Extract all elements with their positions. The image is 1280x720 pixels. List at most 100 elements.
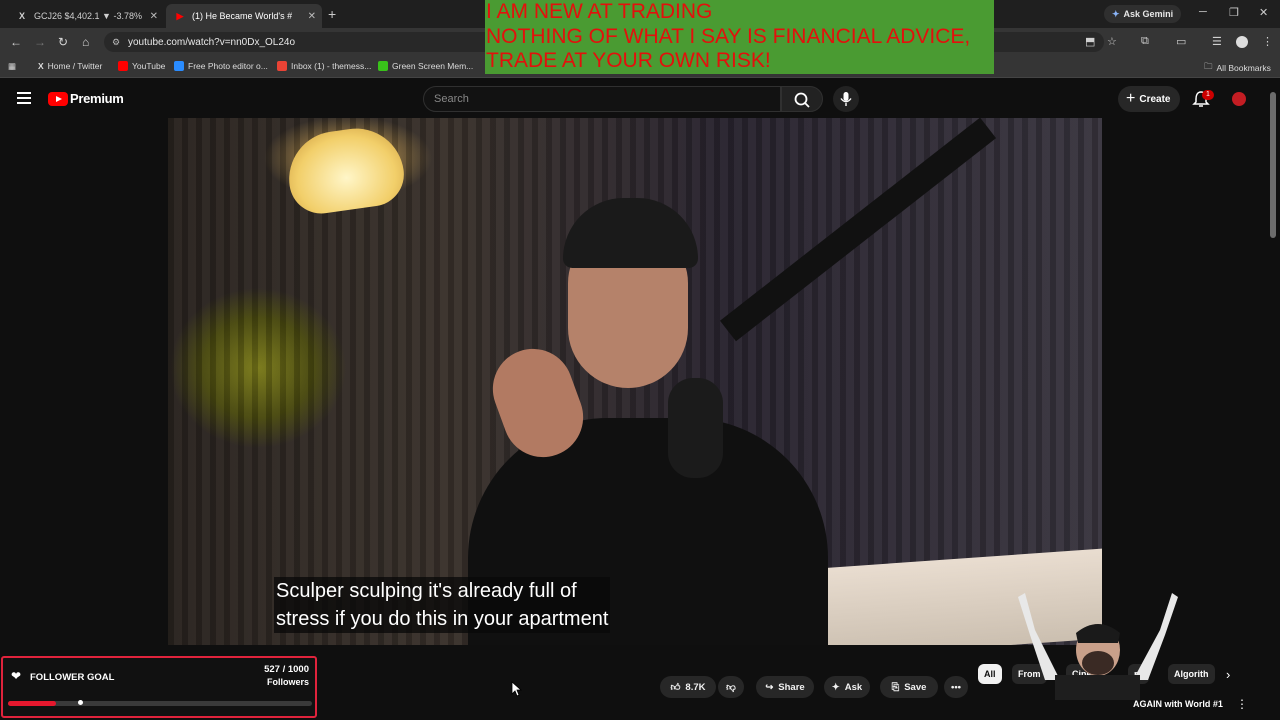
share-button[interactable]: ↪ Share — [756, 676, 814, 698]
hamburger-menu-icon[interactable] — [17, 92, 31, 104]
create-button[interactable]: + Create — [1118, 86, 1180, 112]
bookmark-youtube[interactable]: YouTube — [118, 61, 165, 71]
bookmark-label: Free Photo editor o... — [188, 61, 268, 71]
youtube-icon — [118, 61, 128, 71]
video-player[interactable] — [168, 118, 1102, 645]
share-arrow-icon: ↪ — [765, 681, 774, 693]
notification-count-badge: 1 — [1202, 90, 1214, 100]
close-icon[interactable]: ✕ — [150, 11, 158, 22]
thumbs-up-icon: 👍︎ — [670, 682, 681, 693]
youtube-header: Premium Search + Create — [0, 78, 1280, 120]
like-button[interactable]: 👍︎ 8.7K — [660, 676, 716, 698]
bookmark-label: Home / Twitter — [47, 61, 103, 71]
bookmark-green-screen[interactable]: Green Screen Mem... — [378, 61, 473, 71]
restore-button[interactable]: ❐ — [1229, 6, 1239, 19]
bookmark-star-icon[interactable]: ☆ — [1107, 35, 1117, 48]
sparkle-icon: ✦ — [831, 681, 840, 693]
caption-line: stress if you do this in your apartment — [276, 608, 609, 630]
dislike-button[interactable]: 👎︎ — [718, 676, 744, 698]
profile-avatar[interactable] — [1236, 36, 1248, 48]
streamer-webcam-overlay — [1018, 593, 1178, 700]
apps-grid-icon[interactable]: ▦ — [8, 61, 16, 72]
related-video-menu-icon[interactable]: ⋮ — [1236, 697, 1248, 711]
photo-editor-icon — [174, 61, 184, 71]
video-captions: Sculper sculping it's already full of st… — [274, 577, 611, 633]
bookmark-photo-editor[interactable]: Free Photo editor o... — [174, 61, 268, 71]
tab-youtube-video[interactable]: ▶ (1) He Became World's #1 S ✕ — [166, 4, 322, 28]
chevron-right-icon[interactable]: › — [1226, 667, 1230, 682]
home-icon[interactable]: ⌂ — [82, 35, 89, 49]
bookmark-gmail[interactable]: Inbox (1) - themess... — [277, 61, 371, 71]
new-tab-button[interactable]: + — [328, 6, 336, 22]
bookmark-icon: ⎘ — [891, 681, 900, 693]
forward-icon[interactable]: → — [34, 35, 46, 49]
create-label: Create — [1139, 93, 1171, 105]
caption-line: Sculper sculping it's already full of — [276, 580, 577, 602]
folder-icon: 🗀 — [1204, 61, 1213, 71]
disclaimer-line: TRADE AT YOUR OWN RISK! — [486, 49, 771, 72]
menu-kebab-icon[interactable]: ⋮ — [1262, 35, 1273, 48]
youtube-logo-icon[interactable] — [48, 92, 68, 106]
premium-brand-label[interactable]: Premium — [70, 91, 124, 106]
ask-label: Ask — [844, 681, 863, 693]
bookmark-label: Inbox (1) - themess... — [291, 61, 372, 71]
gmail-icon — [277, 61, 287, 71]
search-button[interactable] — [781, 86, 823, 112]
share-label: Share — [778, 681, 805, 693]
heart-hands-icon: ❤ — [11, 669, 22, 683]
x-logo-icon: X — [18, 11, 25, 21]
plus-icon: + — [1126, 90, 1136, 107]
page-scrollbar[interactable] — [1270, 92, 1276, 238]
more-horizontal-icon: ••• — [951, 681, 961, 693]
mouse-cursor-icon — [511, 681, 523, 697]
tab-gold-futures[interactable]: X GCJ26 $4,402.1 ▼ -3.78% ✕ — [8, 4, 164, 28]
video-microphone — [668, 378, 723, 478]
reload-icon[interactable]: ↻ — [58, 35, 68, 49]
bookmark-label: Green Screen Mem... — [392, 61, 474, 71]
minimize-button[interactable]: ─ — [1199, 6, 1207, 18]
cast-icon[interactable]: ▭ — [1176, 35, 1186, 48]
goal-progress-fill — [8, 701, 57, 706]
save-label: Save — [904, 681, 927, 693]
close-window-button[interactable]: ✕ — [1259, 6, 1268, 19]
gemini-icon: ✦ — [1112, 8, 1120, 19]
all-bookmarks[interactable]: 🗀 All Bookmarks — [1204, 61, 1271, 75]
ask-button[interactable]: ✦ Ask — [824, 676, 870, 698]
bookmark-label: YouTube — [132, 61, 166, 71]
tab-label: GCJ26 $4,402.1 ▼ -3.78% — [34, 11, 142, 21]
ask-gemini-button[interactable]: ✦ Ask Gemini — [1104, 5, 1182, 23]
tab-label: (1) He Became World's #1 S — [192, 11, 292, 21]
thumbs-down-icon: 👎︎ — [726, 682, 736, 693]
disclaimer-line: NOTHING OF WHAT I SAY IS FINANCIAL ADVIC… — [486, 24, 971, 48]
youtube-favicon-icon: ▶ — [176, 10, 184, 21]
x-logo-icon: X — [38, 61, 44, 71]
extensions-icon[interactable]: ⧉ — [1141, 35, 1149, 48]
goal-count: 527 / 1000 — [264, 664, 309, 675]
related-video-title[interactable]: AGAIN with World #1 — [1133, 699, 1223, 709]
url-text: youtube.com/watch?v=nn0Dx_OL24o — [128, 36, 296, 48]
goal-progress-track — [8, 700, 312, 706]
chip-all[interactable]: All — [978, 664, 1002, 684]
trading-disclaimer-overlay: I AM NEW AT TRADING NOTHING OF WHAT I SA… — [485, 0, 994, 74]
like-count: 8.7K — [685, 681, 706, 693]
follower-goal-widget: ❤ FOLLOWER GOAL 527 / 1000 Followers — [1, 656, 317, 718]
more-actions-button[interactable]: ••• — [944, 676, 968, 698]
disclaimer-line: I AM NEW AT TRADING — [486, 0, 713, 23]
voice-search-button[interactable] — [833, 86, 859, 112]
account-avatar[interactable] — [1232, 92, 1246, 106]
search-icon — [794, 92, 810, 108]
bookmark-twitter[interactable]: X Home / Twitter — [38, 61, 102, 71]
ask-gemini-label: Ask Gemini — [1123, 9, 1174, 19]
save-button[interactable]: ⎘ Save — [880, 676, 938, 698]
close-icon[interactable]: ✕ — [308, 11, 316, 22]
media-control-icon[interactable]: ☰ — [1212, 35, 1222, 48]
back-icon[interactable]: ← — [10, 35, 22, 49]
goal-progress-marker — [78, 700, 84, 705]
goal-sub-label: Followers — [266, 677, 309, 687]
search-input[interactable]: Search — [423, 86, 781, 112]
green-screen-icon — [378, 61, 388, 71]
microphone-icon — [840, 92, 852, 106]
site-info-icon[interactable]: ⚙ — [112, 37, 120, 48]
goal-label: FOLLOWER GOAL — [30, 672, 115, 683]
install-app-icon[interactable]: ⬒ — [1085, 35, 1095, 48]
